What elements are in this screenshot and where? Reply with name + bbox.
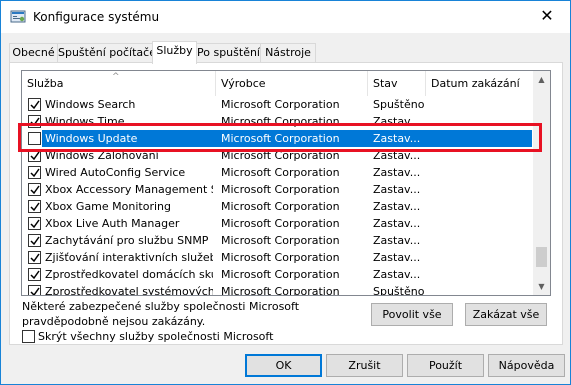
scroll-thumb[interactable] [536, 247, 547, 267]
service-checkbox[interactable] [28, 200, 41, 213]
column-service-label: Služba [27, 77, 64, 90]
tab-general[interactable]: Obecné [9, 43, 58, 62]
column-header-service[interactable]: Služba ^ [22, 71, 216, 96]
service-row[interactable]: Wired AutoConfig Service Microsoft Corpor… [22, 164, 532, 181]
service-checkbox[interactable] [28, 268, 41, 281]
tab-services[interactable]: Služby [152, 41, 197, 64]
checkmark-icon [30, 185, 40, 195]
apply-button[interactable]: Použít [407, 354, 484, 377]
msconfig-app-icon [10, 9, 26, 25]
service-checkbox[interactable] [28, 217, 41, 230]
scroll-down-icon[interactable]: ▼ [533, 278, 550, 295]
tab-startup[interactable]: Po spuštění [196, 43, 261, 62]
service-row[interactable]: Windows Search Microsoft Corporation Spušt… [22, 96, 532, 113]
checkmark-icon [30, 253, 40, 263]
column-header-disabled-date[interactable]: Datum zakázání [426, 71, 532, 96]
vertical-scrollbar[interactable]: ▲ ▼ [533, 71, 550, 295]
ok-button[interactable]: OK [245, 354, 322, 377]
scroll-up-icon[interactable]: ▲ [533, 71, 550, 88]
service-name: Zachytávání pro službu SNMP [45, 234, 209, 247]
service-manufacturer: Microsoft Corporation [221, 217, 340, 230]
service-manufacturer: Microsoft Corporation [221, 285, 340, 296]
service-checkbox[interactable] [28, 234, 41, 247]
service-checkbox[interactable] [28, 183, 41, 196]
service-name: Wired AutoConfig Service [45, 166, 186, 179]
service-name: Zprostředkovatel domácích skupin [45, 268, 213, 281]
service-checkbox[interactable] [28, 166, 41, 179]
service-manufacturer: Microsoft Corporation [221, 268, 340, 281]
service-status: Zastav... [373, 251, 421, 264]
service-name: Xbox Game Monitoring [45, 200, 171, 213]
service-name: Xbox Accessory Management Se... [45, 183, 213, 196]
service-name: Windows Search [45, 98, 136, 111]
service-row[interactable]: Xbox Live Auth Manager Microsoft Corporat… [22, 215, 532, 232]
checkmark-icon [30, 100, 40, 110]
enable-all-button[interactable]: Povolit vše [371, 303, 453, 326]
hide-microsoft-label: Skrýt všechny služby společnosti Microso… [38, 330, 274, 343]
close-icon: ✕ [540, 6, 554, 25]
service-checkbox[interactable] [28, 98, 41, 111]
service-manufacturer: Microsoft Corporation [221, 183, 340, 196]
service-name: Xbox Live Auth Manager [45, 217, 180, 230]
service-status: Spuštěno [373, 98, 425, 111]
system-configuration-window: Konfigurace systému ✕ Obecné Spuštění po… [0, 0, 571, 385]
service-row[interactable]: Xbox Game Monitoring Microsoft Corporatio… [22, 198, 532, 215]
service-row[interactable]: Zachytávání pro službu SNMP Microsoft Cor… [22, 232, 532, 249]
highlight-box [18, 123, 542, 152]
service-manufacturer: Microsoft Corporation [221, 200, 340, 213]
checkmark-icon [30, 219, 40, 229]
checkmark-icon [30, 287, 40, 295]
disable-all-button[interactable]: Zakázat vše [465, 303, 547, 326]
column-header-manufacturer[interactable]: Výrobce [216, 71, 368, 96]
sort-up-icon: ^ [112, 72, 120, 82]
checkmark-icon [30, 270, 40, 280]
cancel-button[interactable]: Zrušit [326, 354, 403, 377]
service-status: Zastav... [373, 268, 421, 281]
checkmark-icon [30, 236, 40, 246]
service-manufacturer: Microsoft Corporation [221, 166, 340, 179]
service-status: Zastav... [373, 183, 421, 196]
close-button[interactable]: ✕ [524, 1, 570, 32]
service-manufacturer: Microsoft Corporation [221, 234, 340, 247]
title-bar: Konfigurace systému ✕ [1, 1, 570, 33]
checkmark-icon [30, 151, 40, 161]
service-status: Zastav... [373, 166, 421, 179]
service-status: Zastav... [373, 234, 421, 247]
service-status: Spuštěno [373, 285, 425, 296]
service-row[interactable]: Zprostředkovatel systémových u... Microso… [22, 283, 532, 296]
services-list[interactable]: Služba ^ Výrobce Stav Datum zakázání Win… [21, 70, 551, 296]
service-row[interactable]: Zprostředkovatel domácích skupin Microsof… [22, 266, 532, 283]
protected-services-note: Některé zabezpečené služby společnosti M… [22, 300, 300, 328]
window-title: Konfigurace systému [33, 10, 160, 24]
hide-microsoft-checkbox[interactable] [22, 330, 35, 343]
checkmark-icon [30, 168, 40, 178]
service-row[interactable]: Zjišťování interaktivních služeb Microsof… [22, 249, 532, 266]
service-checkbox[interactable] [28, 285, 41, 295]
tab-boot[interactable]: Spuštění počítače [57, 43, 156, 62]
service-status: Zastav... [373, 200, 421, 213]
service-row[interactable]: Xbox Accessory Management Se... Microsoft… [22, 181, 532, 198]
checkmark-icon [30, 202, 40, 212]
service-manufacturer: Microsoft Corporation [221, 251, 340, 264]
service-checkbox[interactable] [28, 251, 41, 264]
help-button[interactable]: Nápověda [488, 354, 565, 377]
service-status: Zastav... [373, 217, 421, 230]
column-header-status[interactable]: Stav [368, 71, 426, 96]
service-name: Zjišťování interaktivních služeb [45, 251, 213, 264]
service-name: Zprostředkovatel systémových u... [45, 285, 213, 296]
services-list-header: Služba ^ Výrobce Stav Datum zakázání [22, 71, 532, 96]
tab-tools[interactable]: Nástroje [260, 43, 316, 62]
service-manufacturer: Microsoft Corporation [221, 98, 340, 111]
